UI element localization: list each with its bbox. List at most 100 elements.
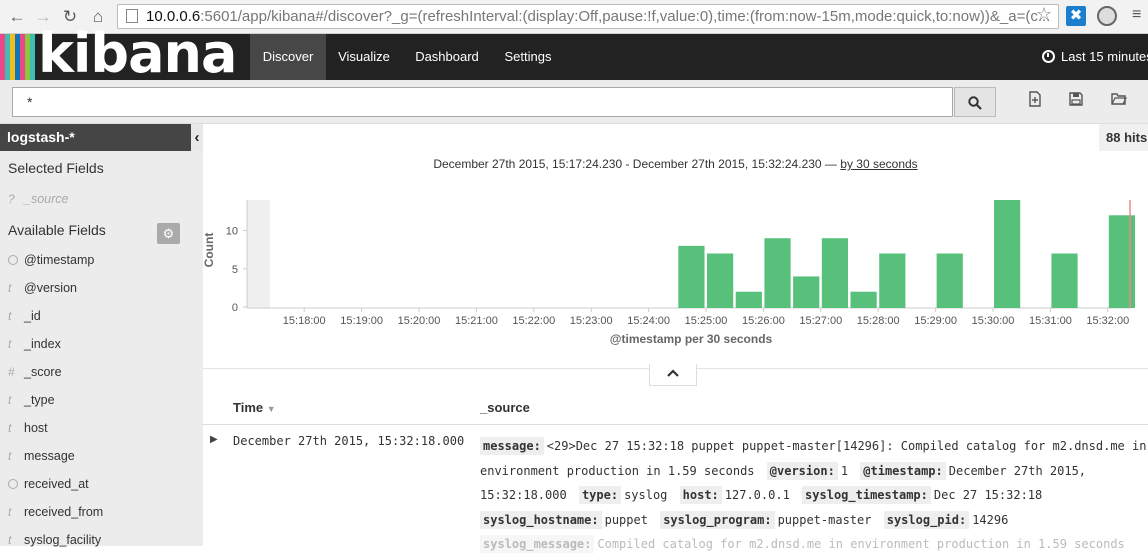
field-name: syslog_facility — [24, 533, 102, 547]
field-receivedfrom[interactable]: t received_from — [8, 502, 103, 522]
histogram-bar — [678, 245, 705, 308]
browser-menu-icon[interactable]: ≡ — [1132, 6, 1141, 24]
back-icon[interactable]: ← — [6, 6, 28, 28]
histogram-bar — [1108, 215, 1136, 308]
source-key: syslog_program: — [660, 510, 775, 529]
sort-icon[interactable]: ▼ — [267, 404, 276, 414]
open-folder-icon[interactable] — [1111, 91, 1127, 107]
tab-dashboard[interactable]: Dashboard — [404, 34, 490, 80]
field-name: _source — [24, 192, 69, 206]
extension-icon[interactable]: ✖ — [1066, 6, 1086, 26]
save-icon[interactable] — [1068, 91, 1084, 107]
field-name: host — [24, 421, 48, 435]
selected-fields-heading: Selected Fields — [8, 160, 104, 176]
x-tick-label: 15:19:00 — [340, 315, 383, 327]
source-field: syslog_program: puppet-master — [660, 510, 876, 529]
collapse-sidebar-icon[interactable]: ‹ — [191, 124, 203, 151]
date-type-icon — [8, 479, 18, 489]
field-receivedat[interactable]: received_at — [8, 474, 89, 494]
field-timestamp[interactable]: @timestamp — [8, 250, 94, 270]
available-fields-heading: Available Fields — [8, 222, 106, 238]
new-search-icon[interactable] — [1027, 91, 1043, 107]
source-field: syslog_message: Compiled catalog for m2.d… — [480, 535, 1130, 553]
field-name: _index — [24, 337, 61, 351]
x-tick-label: 15:18:00 — [283, 315, 326, 327]
field-id[interactable]: t _id — [8, 306, 41, 326]
source-value: syslog — [624, 488, 668, 502]
discover-main: 88 hits December 27th 2015, 15:17:24.230… — [203, 124, 1148, 553]
field-type-icon: t — [8, 449, 12, 463]
extension-globe-icon[interactable] — [1097, 6, 1117, 26]
search-button[interactable] — [954, 87, 996, 117]
source-value: Compiled catalog for m2.dnsd.me in envir… — [597, 537, 1125, 551]
time-picker[interactable]: Last 15 minutes — [1042, 34, 1148, 80]
field-type-icon: t — [8, 281, 12, 295]
field-score[interactable]: # _score — [8, 362, 62, 382]
field-host[interactable]: t host — [8, 418, 48, 438]
x-tick-label: 15:26:00 — [742, 315, 785, 327]
source-value: Dec 27 15:32:18 — [933, 488, 1043, 502]
field-sidebar: logstash-* ‹ Selected Fields ? _source Av… — [0, 124, 203, 547]
source-key: type: — [578, 486, 622, 504]
search-bar — [0, 80, 1148, 124]
field-message[interactable]: t message — [8, 446, 75, 466]
histogram-bar — [1051, 253, 1078, 308]
field-name: _id — [24, 309, 41, 323]
interval-link[interactable]: by 30 seconds — [840, 157, 917, 171]
source-key: syslog_timestamp: — [802, 486, 931, 504]
bookmark-star-icon[interactable]: ☆ — [1036, 4, 1052, 25]
x-tick-label: 15:31:00 — [1029, 315, 1072, 327]
field-name: _score — [24, 365, 62, 379]
field-syslogfacility[interactable]: t syslog_facility — [8, 530, 101, 550]
url-path: :5601/app/kibana#/discover?_g=(refreshIn… — [200, 8, 1051, 25]
source-key: message: — [480, 437, 544, 455]
source-key: @version: — [766, 461, 838, 480]
field-source[interactable]: ? _source — [8, 189, 68, 209]
source-value: 127.0.0.1 — [724, 488, 790, 502]
histogram-bar — [793, 276, 820, 308]
x-tick-label: 15:24:00 — [627, 315, 670, 327]
field-type[interactable]: t _type — [8, 390, 55, 410]
histogram-bar — [936, 253, 963, 308]
tab-settings[interactable]: Settings — [494, 34, 562, 80]
field-version[interactable]: t @version — [8, 278, 77, 298]
x-tick-label: 15:28:00 — [857, 315, 900, 327]
field-settings-gear-icon[interactable]: ⚙ — [157, 223, 180, 244]
date-type-icon — [8, 255, 18, 265]
kibana-navbar: kibana Discover Visualize Dashboard Sett… — [0, 24, 1148, 84]
x-tick-label: 15:22:00 — [512, 315, 555, 327]
histogram-bar — [879, 253, 906, 308]
kibana-logo[interactable]: kibana — [38, 24, 237, 84]
time-range-label: December 27th 2015, 15:17:24.230 - Decem… — [203, 157, 1148, 171]
field-name: _type — [24, 393, 55, 407]
logo-stripes — [0, 34, 35, 80]
search-input[interactable] — [12, 87, 953, 117]
histogram-bar — [850, 291, 877, 308]
source-key: syslog_hostname: — [480, 510, 602, 529]
address-bar[interactable]: 10.0.0.6:5601/app/kibana#/discover?_g=(r… — [117, 4, 1059, 29]
source-value: 1 — [840, 463, 849, 478]
source-field: syslog_pid: 14296 — [883, 510, 1014, 529]
y-tick-label: 10 — [226, 226, 238, 238]
page-icon — [126, 9, 138, 23]
tab-discover[interactable]: Discover — [250, 34, 326, 80]
hits-count: 88 hits — [1099, 124, 1148, 151]
field-type-icon: t — [8, 421, 12, 435]
y-axis-label: Count — [203, 233, 216, 268]
row-time: December 27th 2015, 15:32:18.000 — [233, 434, 465, 448]
expand-row-icon[interactable]: ▶ — [210, 434, 218, 445]
x-tick-label: 15:29:00 — [914, 315, 957, 327]
time-range-text: December 27th 2015, 15:17:24.230 - Decem… — [433, 157, 837, 171]
field-type-icon: t — [8, 337, 12, 351]
field-type-icon: # — [8, 365, 15, 379]
source-field: type: syslog — [578, 486, 672, 504]
x-tick-label: 15:32:00 — [1086, 315, 1129, 327]
time-column-header[interactable]: Time ▼ — [233, 400, 276, 415]
source-field: syslog_hostname: puppet — [480, 510, 653, 529]
field-index[interactable]: t _index — [8, 334, 61, 354]
source-value: puppet — [604, 512, 648, 527]
index-pattern-title[interactable]: logstash-* — [0, 124, 191, 151]
tab-visualize[interactable]: Visualize — [328, 34, 400, 80]
y-tick-label: 0 — [232, 302, 238, 314]
chart-collapse-button[interactable] — [649, 364, 697, 386]
